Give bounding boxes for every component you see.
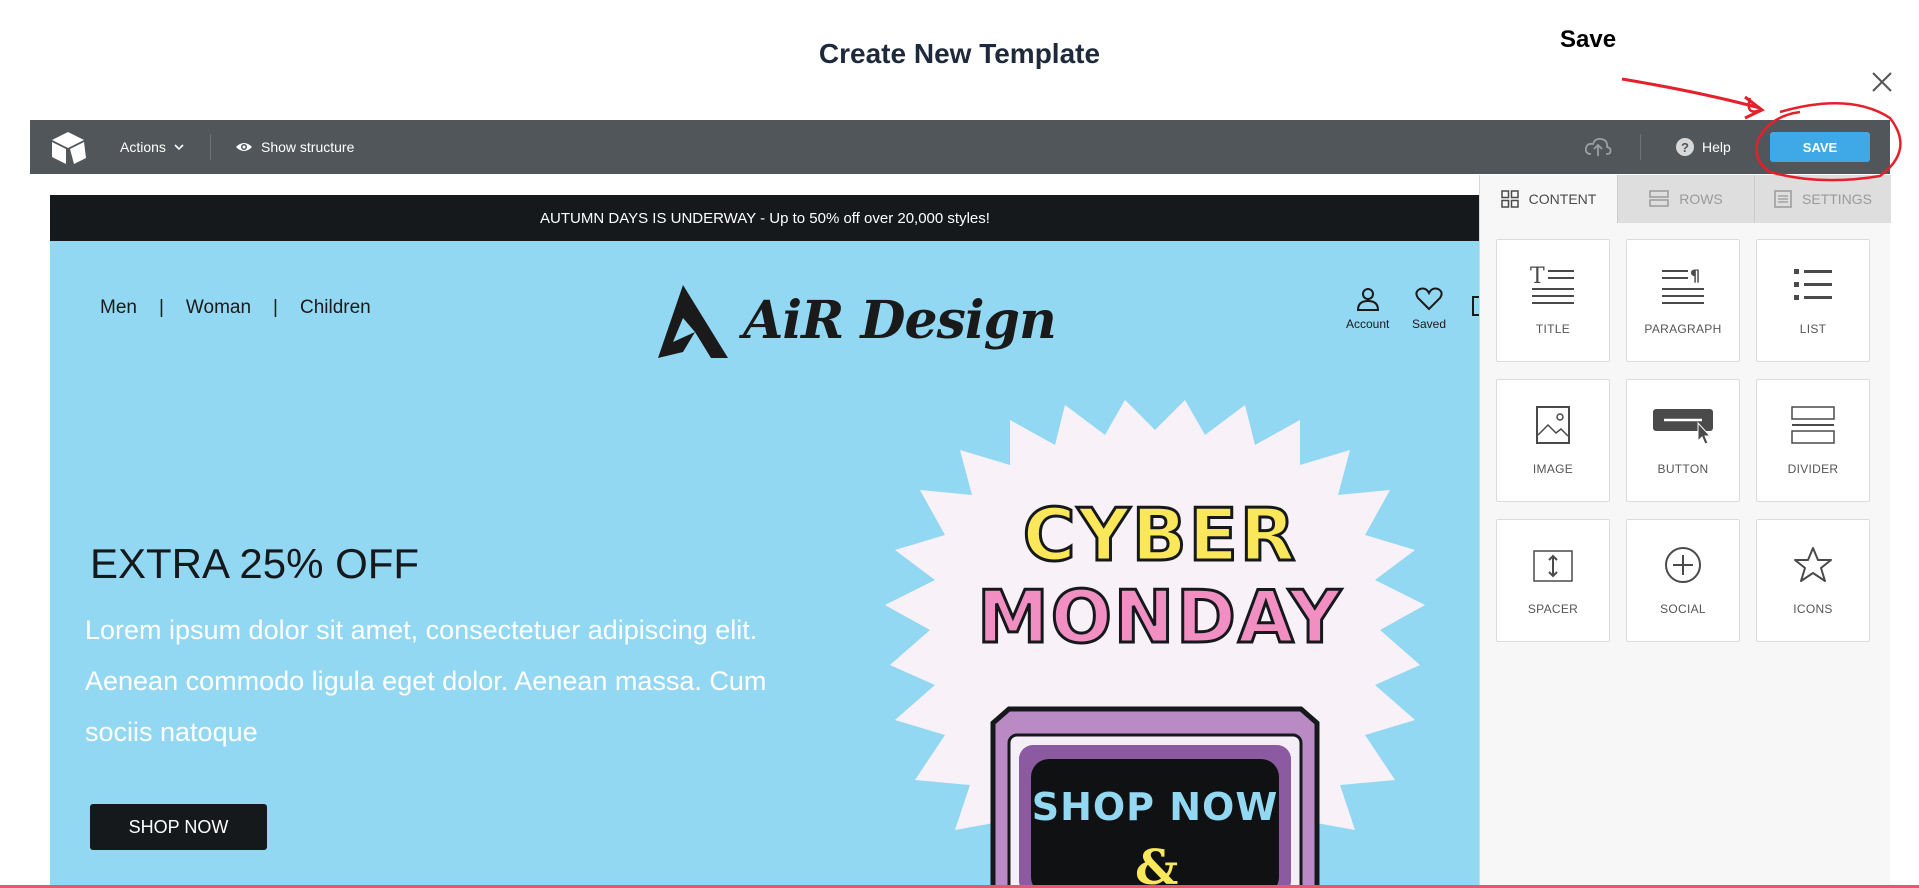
block-divider[interactable]: DIVIDER bbox=[1756, 379, 1870, 502]
svg-text:¶: ¶ bbox=[1690, 266, 1700, 285]
account-label: Account bbox=[1346, 317, 1390, 331]
block-paragraph-label: PARAGRAPH bbox=[1644, 322, 1722, 336]
block-paragraph[interactable]: ¶ PARAGRAPH bbox=[1626, 239, 1740, 362]
title-icon: T bbox=[1530, 264, 1574, 304]
tab-settings[interactable]: SETTINGS bbox=[1754, 175, 1891, 223]
email-nav: Men | Woman | Children bbox=[100, 297, 371, 319]
modal-title: Create New Template bbox=[818, 38, 1101, 69]
promo-monday-text: MONDAY bbox=[976, 575, 1343, 659]
social-icon bbox=[1665, 547, 1701, 583]
saved-label: Saved bbox=[1412, 317, 1447, 331]
block-image[interactable]: IMAGE bbox=[1496, 379, 1610, 502]
block-divider-label: DIVIDER bbox=[1787, 462, 1839, 476]
nav-separator: | bbox=[158, 297, 164, 318]
tab-content-label: CONTENT bbox=[1528, 191, 1597, 207]
block-image-label: IMAGE bbox=[1532, 462, 1574, 476]
block-button-label: BUTTON bbox=[1657, 462, 1709, 476]
paragraph-icon: ¶ bbox=[1662, 266, 1704, 304]
block-spacer-label: SPACER bbox=[1527, 602, 1579, 616]
account-link[interactable]: Account bbox=[1346, 287, 1389, 331]
user-icon bbox=[1356, 288, 1379, 311]
hero-title: EXTRA 25% OFF bbox=[90, 540, 420, 587]
help-button[interactable]: ? Help bbox=[1676, 120, 1731, 174]
content-panel: CONTENT ROWS SETTINGS T TITLE ¶ PARAGRAP… bbox=[1479, 175, 1891, 888]
block-spacer[interactable]: SPACER bbox=[1496, 519, 1610, 642]
spacer-icon bbox=[1533, 550, 1573, 582]
button-icon bbox=[1653, 409, 1713, 445]
tab-rows-label: ROWS bbox=[1679, 191, 1723, 207]
nav-link-men[interactable]: Men bbox=[100, 297, 137, 319]
toolbar-divider bbox=[210, 134, 211, 160]
actions-label: Actions bbox=[120, 139, 166, 155]
tab-settings-label: SETTINGS bbox=[1801, 191, 1872, 207]
promo-ampersand: & bbox=[1135, 840, 1179, 888]
divider-icon bbox=[1791, 406, 1835, 444]
heart-icon bbox=[1415, 287, 1443, 311]
content-blocks-grid: T TITLE ¶ PARAGRAPH LIST IMAGE BUTTON DI… bbox=[1496, 239, 1870, 642]
shop-now-button[interactable]: SHOP NOW bbox=[90, 804, 267, 850]
promo-banner: AUTUMN DAYS IS UNDERWAY - Up to 50% off … bbox=[50, 195, 1480, 241]
saved-link[interactable]: Saved bbox=[1412, 287, 1446, 331]
tab-content[interactable]: CONTENT bbox=[1480, 175, 1617, 223]
grid-icon bbox=[1500, 190, 1519, 208]
help-label: Help bbox=[1702, 139, 1731, 155]
block-button[interactable]: BUTTON bbox=[1626, 379, 1740, 502]
eye-icon bbox=[236, 143, 252, 151]
help-icon: ? bbox=[1676, 138, 1694, 156]
email-canvas[interactable]: AUTUMN DAYS IS UNDERWAY - Up to 50% off … bbox=[50, 195, 1480, 888]
block-list-label: LIST bbox=[1799, 322, 1827, 336]
brand-mark-icon bbox=[658, 285, 728, 358]
nav-link-children[interactable]: Children bbox=[300, 297, 371, 319]
settings-icon bbox=[1774, 190, 1792, 208]
block-icons-label: ICONS bbox=[1793, 602, 1833, 616]
block-list[interactable]: LIST bbox=[1756, 239, 1870, 362]
chevron-down-icon bbox=[174, 144, 184, 151]
close-icon[interactable] bbox=[1868, 68, 1896, 96]
block-title-label: TITLE bbox=[1535, 322, 1571, 336]
app-logo-icon bbox=[52, 132, 86, 164]
actions-dropdown[interactable]: Actions bbox=[120, 120, 184, 174]
toolbar-divider bbox=[1640, 134, 1641, 160]
nav-link-woman[interactable]: Woman bbox=[186, 297, 251, 319]
annotation-label: Save bbox=[1560, 26, 1617, 53]
cloud-upload-icon[interactable] bbox=[1584, 134, 1612, 160]
nav-separator: | bbox=[273, 297, 278, 318]
editor-toolbar: Actions Show structure ? Help SAVE bbox=[30, 120, 1890, 174]
save-button[interactable]: SAVE bbox=[1770, 132, 1870, 162]
brand-name: AiR Design bbox=[743, 289, 1057, 351]
hero-body: Lorem ipsum dolor sit amet, consectetuer… bbox=[85, 615, 767, 747]
panel-tabs: CONTENT ROWS SETTINGS bbox=[1480, 175, 1891, 223]
block-icons[interactable]: ICONS bbox=[1756, 519, 1870, 642]
star-icon bbox=[1794, 547, 1832, 582]
promo-cyber-text: CYBER bbox=[1021, 493, 1298, 577]
brand-logo: AiR Design bbox=[653, 280, 1057, 360]
svg-text:T: T bbox=[1530, 264, 1545, 289]
tab-rows[interactable]: ROWS bbox=[1617, 175, 1754, 223]
block-social-label: SOCIAL bbox=[1660, 602, 1706, 616]
block-title[interactable]: T TITLE bbox=[1496, 239, 1610, 362]
block-social[interactable]: SOCIAL bbox=[1626, 519, 1740, 642]
image-icon bbox=[1536, 406, 1570, 444]
show-structure-toggle[interactable]: Show structure bbox=[235, 120, 354, 174]
list-icon bbox=[1794, 269, 1832, 300]
template-editor-modal: Create New Template Save Actions Show st… bbox=[0, 0, 1919, 888]
show-structure-label: Show structure bbox=[261, 139, 355, 155]
rows-icon bbox=[1649, 190, 1669, 207]
promo-shop-now-text: SHOP NOW bbox=[1031, 785, 1279, 829]
